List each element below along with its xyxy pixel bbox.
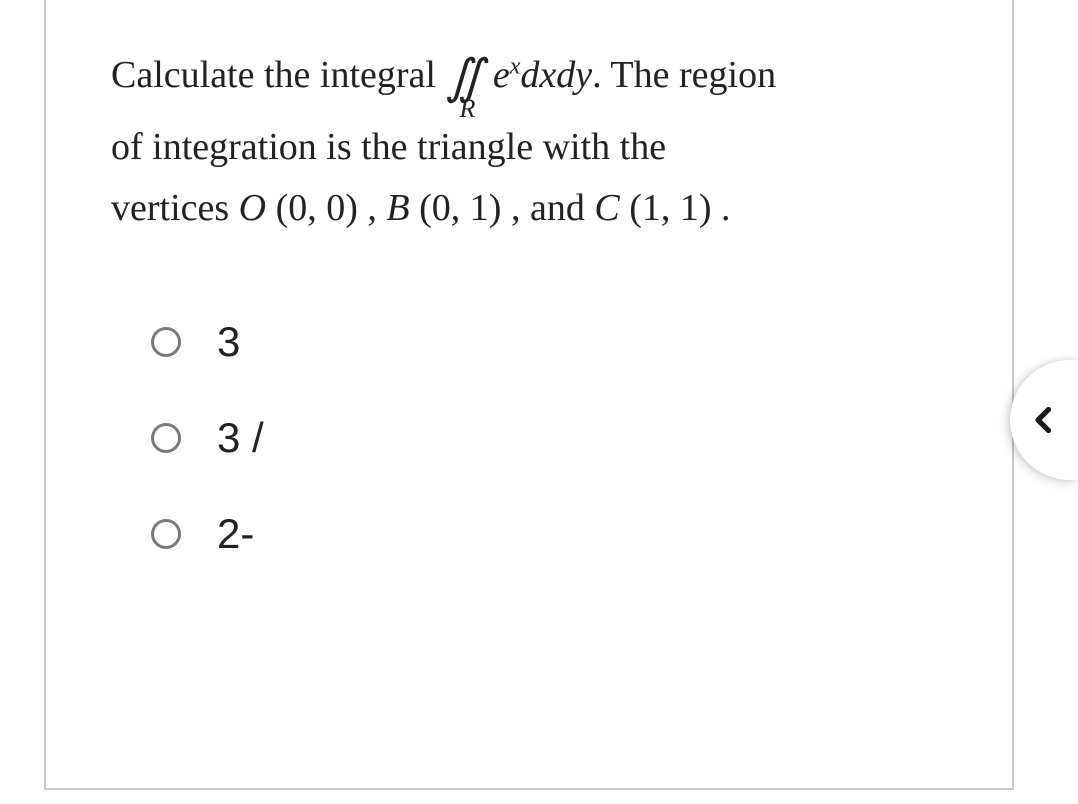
chevron-left-icon (1026, 402, 1062, 438)
option-label: 3 / (217, 414, 264, 462)
question-text: Calculate the integral ∬R exdxdy. The re… (111, 40, 947, 238)
integral-region: R (459, 88, 475, 130)
integral-expression: ∬R (445, 40, 483, 117)
question-container: Calculate the integral ∬R exdxdy. The re… (44, 0, 1014, 790)
option-2[interactable]: 3 / (151, 414, 947, 462)
question-line2: of integration is the triangle with the (111, 126, 666, 168)
options-list: 3 3 / 2- (151, 318, 947, 558)
vertex-C: C (594, 187, 619, 229)
question-part2: . The region (592, 54, 776, 96)
vertex-O: O (239, 187, 266, 229)
collapse-button[interactable] (1010, 360, 1078, 480)
radio-icon[interactable] (151, 519, 181, 549)
vertex-B: B (386, 187, 409, 229)
radio-icon[interactable] (151, 327, 181, 357)
option-3[interactable]: 2- (151, 510, 947, 558)
option-label: 3 (217, 318, 240, 366)
integrand: exdxdy (493, 54, 592, 96)
option-1[interactable]: 3 (151, 318, 947, 366)
option-label: 2- (217, 510, 254, 558)
radio-icon[interactable] (151, 423, 181, 453)
question-line3-start: vertices (111, 187, 239, 229)
question-part1: Calculate the integral (111, 54, 445, 96)
